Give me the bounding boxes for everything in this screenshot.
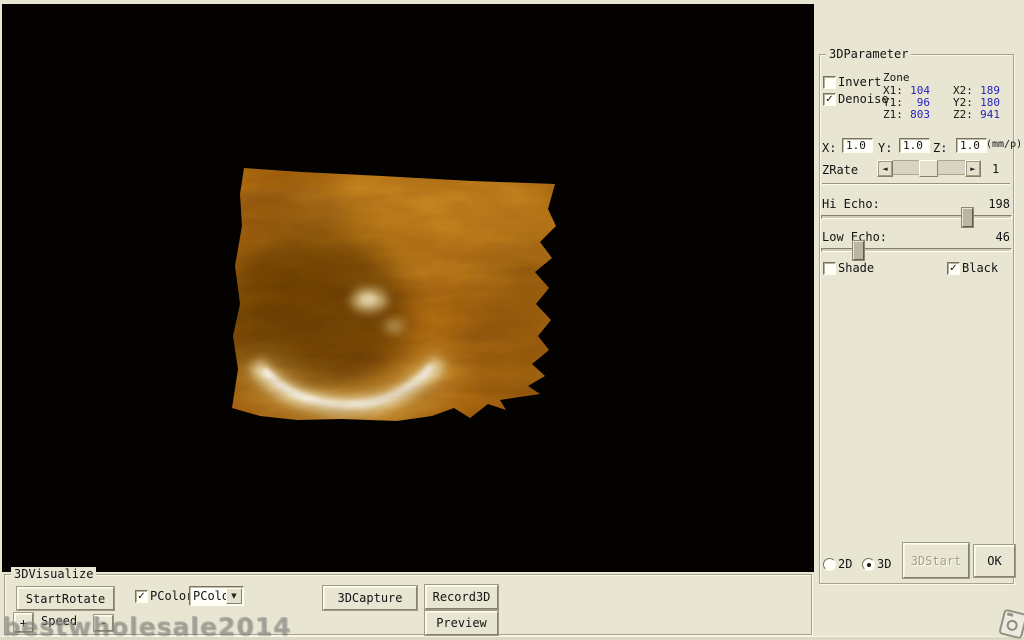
scroll-right-icon: ► <box>970 164 976 173</box>
zrate-scroll-left-button[interactable]: ◄ <box>877 160 893 177</box>
shade-label: Shade <box>838 261 875 275</box>
speed-plus-button[interactable]: + <box>14 613 33 632</box>
zone-z1-label: Z1: <box>883 108 903 121</box>
hi-echo-slider-thumb[interactable] <box>962 208 973 227</box>
mode-3d-radio[interactable] <box>862 558 875 571</box>
mode-2d-label: 2D <box>838 557 853 571</box>
zone-z2-value: 941 <box>980 108 1000 121</box>
3dstart-button[interactable]: 3DStart <box>903 543 969 578</box>
denoise-label: Denoise <box>838 92 889 106</box>
speed-label: Speed <box>41 614 78 628</box>
hi-echo-value: 198 <box>988 197 1010 211</box>
black-label: Black <box>962 261 999 275</box>
speed-minus-button[interactable]: - <box>94 615 113 631</box>
low-echo-value: 46 <box>995 230 1010 244</box>
low-echo-slider-track[interactable] <box>821 248 1012 252</box>
pcolor-select-arrow-button[interactable]: ▼ <box>226 588 242 604</box>
scale-y-label: Y: <box>878 141 893 155</box>
scale-y-input[interactable] <box>899 138 930 153</box>
parameter-group-title: 3DParameter <box>826 47 912 61</box>
zrate-value: 1 <box>992 162 1000 176</box>
preview-button[interactable]: Preview <box>425 611 498 635</box>
zone-z1-value: 803 <box>910 108 930 121</box>
app-window: 3DParameter Invert ✓ Denoise Zone X1: 10… <box>0 0 1024 640</box>
zrate-scroll-thumb[interactable] <box>919 160 938 177</box>
check-icon: ✓ <box>825 93 834 105</box>
zrate-label: ZRate <box>822 163 859 177</box>
record3d-button[interactable]: Record3D <box>425 585 498 609</box>
pcolor-select[interactable]: PColor ▼ <box>189 586 244 606</box>
chevron-down-icon: ▼ <box>231 592 237 600</box>
shade-checkbox[interactable] <box>823 262 836 275</box>
hi-echo-label: Hi Echo: <box>822 197 880 211</box>
window-bottom-edge <box>0 636 1024 640</box>
invert-checkbox[interactable] <box>823 76 836 89</box>
pcolor-checkbox[interactable]: ✓ <box>135 590 148 603</box>
zrate-scroll-right-button[interactable]: ► <box>965 160 981 177</box>
parameter-groupbox: 3DParameter Invert ✓ Denoise Zone X1: 10… <box>819 47 1022 584</box>
ok-button[interactable]: OK <box>974 545 1015 577</box>
scale-unit-label: (mm/p) <box>986 139 1023 150</box>
low-echo-slider-thumb[interactable] <box>853 241 864 260</box>
start-rotate-button[interactable]: StartRotate <box>17 587 114 610</box>
zone-label: Zone <box>883 71 910 84</box>
scale-x-input[interactable] <box>842 138 873 153</box>
visualize-groupbox: 3DVisualize StartRotate ✓ PColor PColor … <box>4 567 812 635</box>
visualize-group-title: 3DVisualize <box>11 567 97 581</box>
scroll-left-icon: ◄ <box>882 164 888 173</box>
ultrasound-3d-render <box>232 168 556 421</box>
3dcapture-button[interactable]: 3DCapture <box>323 586 417 610</box>
scale-z-input[interactable] <box>956 138 987 153</box>
scale-z-label: Z: <box>933 141 948 155</box>
denoise-checkbox[interactable]: ✓ <box>823 93 836 106</box>
separator <box>822 183 1010 185</box>
pcolor-label: PColor <box>150 589 194 603</box>
check-icon: ✓ <box>137 590 146 602</box>
zrate-scrollbar[interactable]: ◄ ► <box>877 160 981 177</box>
camera-watermark-icon <box>998 608 1024 640</box>
invert-label: Invert <box>838 75 882 89</box>
hi-echo-slider-track[interactable] <box>821 215 1012 219</box>
zone-z2-label: Z2: <box>953 108 973 121</box>
render-viewport[interactable] <box>2 4 814 572</box>
scale-x-label: X: <box>822 141 837 155</box>
mode-3d-label: 3D <box>877 557 892 571</box>
black-checkbox[interactable]: ✓ <box>947 262 960 275</box>
mode-2d-radio[interactable] <box>823 558 836 571</box>
check-icon: ✓ <box>949 262 958 274</box>
